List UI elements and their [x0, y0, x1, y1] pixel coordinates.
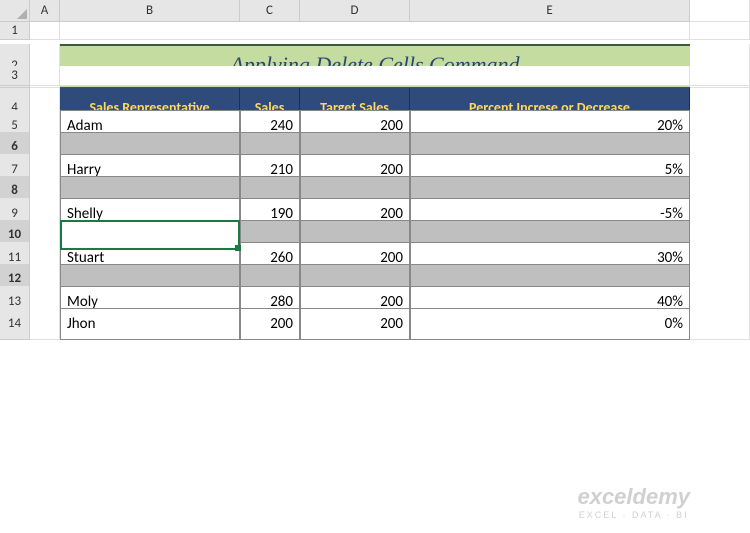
- active-cell-B10[interactable]: [60, 220, 240, 250]
- cell-rep[interactable]: Jhon: [60, 308, 240, 340]
- row-header-1[interactable]: 1: [0, 22, 30, 40]
- cell-percent[interactable]: 0%: [410, 308, 690, 340]
- watermark-sub: EXCEL · DATA · BI: [577, 510, 690, 521]
- col-header-B[interactable]: B: [60, 0, 240, 22]
- cell-BCDE1[interactable]: [60, 22, 690, 40]
- cell-F1[interactable]: [690, 22, 750, 40]
- cell-F14[interactable]: [690, 308, 750, 340]
- cell-A3[interactable]: [30, 66, 60, 86]
- row-header-3[interactable]: 3: [0, 66, 30, 86]
- cell-A14[interactable]: [30, 308, 60, 340]
- col-header-C[interactable]: C: [240, 0, 300, 22]
- cell-F3[interactable]: [690, 66, 750, 86]
- cell-A1[interactable]: [30, 22, 60, 40]
- col-header-empty: [690, 0, 750, 22]
- select-all-corner[interactable]: [0, 0, 30, 22]
- spreadsheet-grid[interactable]: A B C D E 1 2 Applying Delete Cells Comm…: [0, 0, 750, 330]
- watermark-title: exceldemy: [577, 484, 690, 510]
- col-header-E[interactable]: E: [410, 0, 690, 22]
- row-header-14[interactable]: 14: [0, 308, 30, 340]
- cell-BCDE3[interactable]: [60, 66, 690, 86]
- watermark: exceldemy EXCEL · DATA · BI: [577, 484, 690, 521]
- cell-target[interactable]: 200: [300, 308, 410, 340]
- col-header-A[interactable]: A: [30, 0, 60, 22]
- col-header-D[interactable]: D: [300, 0, 410, 22]
- cell-sales[interactable]: 200: [240, 308, 300, 340]
